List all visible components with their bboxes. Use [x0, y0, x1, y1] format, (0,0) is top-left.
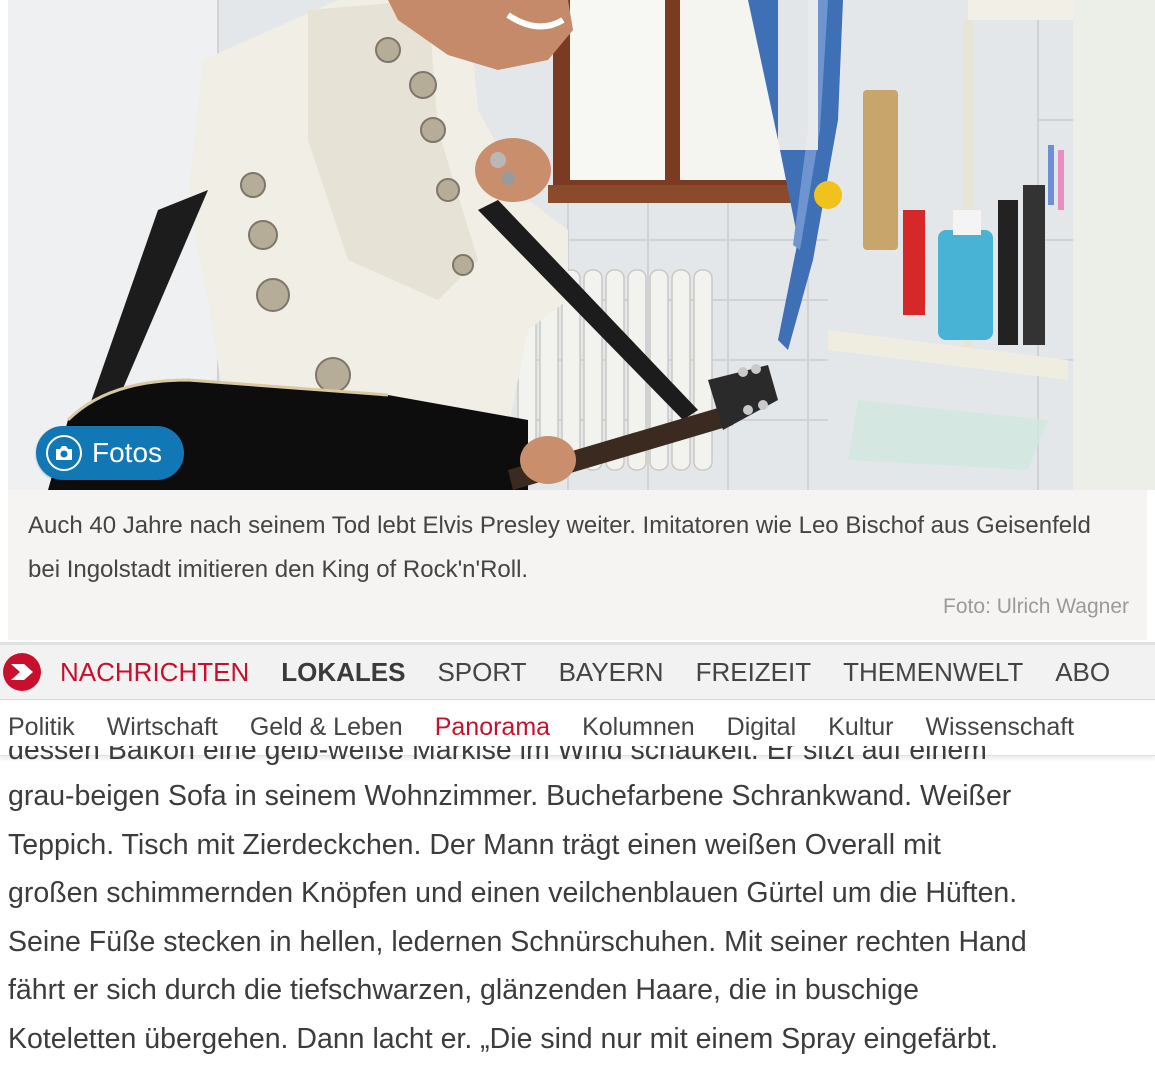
subnav-item-wissenschaft[interactable]: Wissenschaft	[909, 713, 1090, 742]
photo-illustration	[8, 0, 1155, 490]
article-body: dessen Balkon eine gelb-weiße Markise im…	[8, 746, 1155, 1077]
camera-icon	[46, 435, 82, 471]
nav-item-themenwelt[interactable]: THEMENWELT	[827, 657, 1039, 688]
subnav-item-wirtschaft[interactable]: Wirtschaft	[91, 713, 234, 742]
article-line: Teppich. Tisch mit Zierdeckchen. Der Man…	[8, 828, 941, 861]
nav-item-lokales[interactable]: LOKALES	[265, 657, 421, 688]
photo-gallery-button[interactable]: Fotos	[36, 426, 184, 480]
photo-credit: Foto: Ulrich Wagner	[943, 595, 1129, 618]
photo-caption: Auch 40 Jahre nach seinem Tod lebt Elvis…	[8, 490, 1147, 640]
main-navigation: NACHRICHTEN LOKALES SPORT BAYERN FREIZEI…	[0, 642, 1155, 700]
subnav-item-digital[interactable]: Digital	[711, 713, 812, 742]
subnav-item-politik[interactable]: Politik	[0, 713, 91, 742]
nav-item-bayern[interactable]: BAYERN	[543, 657, 680, 688]
article-line: dessen Balkon eine gelb-weiße Markise im…	[8, 746, 987, 766]
photo-gallery-label: Fotos	[92, 437, 163, 468]
article-photo[interactable]: Fotos	[8, 0, 1155, 490]
nav-item-nachrichten[interactable]: NACHRICHTEN	[50, 657, 265, 688]
nav-item-freizeit[interactable]: FREIZEIT	[680, 657, 828, 688]
subnav-item-panorama[interactable]: Panorama	[419, 713, 566, 742]
article-line: fährt er sich durch die tiefschwarzen, g…	[8, 974, 919, 1006]
brand-arrow-logo-icon[interactable]	[2, 652, 42, 692]
nav-item-abo[interactable]: ABO	[1039, 657, 1126, 688]
article-line: grau-beigen Sofa in seinem Wohnzimmer. B…	[8, 780, 1012, 812]
subnav-item-kultur[interactable]: Kultur	[812, 713, 909, 742]
article-line: Seine Füße stecken in hellen, ledernen S…	[8, 925, 1027, 958]
caption-text: Auch 40 Jahre nach seinem Tod lebt Elvis…	[28, 512, 1091, 583]
subnav-item-kolumnen[interactable]: Kolumnen	[566, 713, 711, 742]
article-line: großen schimmernden Knöpfen und einen ve…	[8, 877, 1018, 909]
nav-item-sport[interactable]: SPORT	[421, 657, 542, 688]
article-line: Koteletten übergehen. Dann lacht er. „Di…	[8, 1022, 999, 1055]
subnav-item-geld-leben[interactable]: Geld & Leben	[234, 713, 419, 742]
article-partial-line-clip: dessen Balkon eine gelb-weiße Markise im…	[8, 746, 1155, 772]
